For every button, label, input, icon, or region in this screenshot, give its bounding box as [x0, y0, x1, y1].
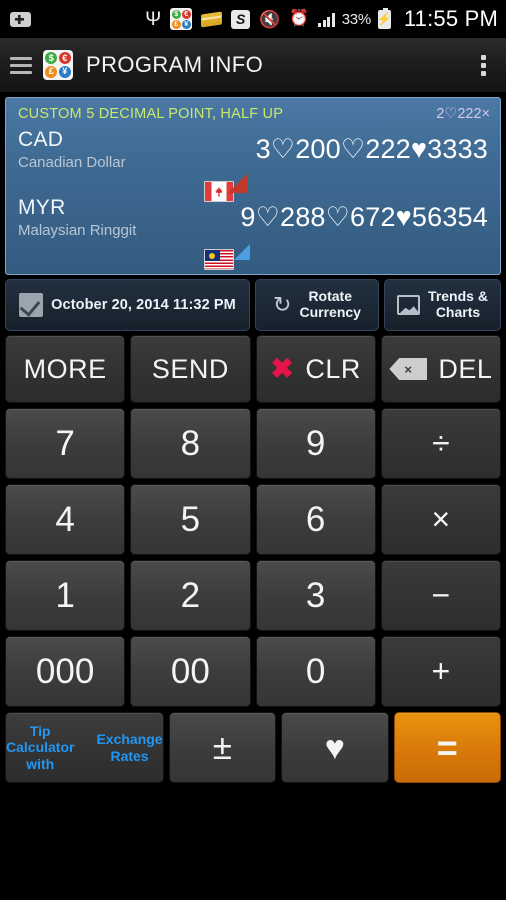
- status-clock: 11:55 PM: [403, 6, 498, 31]
- key-000[interactable]: 000: [5, 636, 126, 707]
- heart-icon[interactable]: ♥: [281, 712, 389, 783]
- blue-triangle-marker: [234, 244, 250, 260]
- mode-label: CUSTOM: [18, 106, 82, 122]
- red-triangle-marker: [228, 173, 248, 193]
- trends-line-1: Trends &: [428, 288, 488, 305]
- currency-row-cad[interactable]: CAD Canadian Dollar 3♡200♡222♥3333: [6, 123, 500, 203]
- key-0[interactable]: 0: [255, 636, 376, 707]
- key-plus[interactable]: +: [380, 636, 501, 707]
- rotate-line-2: Currency: [299, 304, 361, 320]
- currency-display-panel[interactable]: CUSTOM 5 DECIMAL POINT, HALF UP 2♡222× C…: [5, 97, 501, 275]
- download-badge-icon: [10, 11, 31, 27]
- key-4[interactable]: 4: [5, 484, 126, 555]
- date-label: October 20, 2014 11:32 PM: [51, 297, 236, 313]
- signal-bars-icon: [318, 12, 335, 27]
- status-bar: Ψ $ € £ ¥ S 🔇 ⏰ 33% ⚡ 11:55 PM: [0, 0, 506, 38]
- key-00[interactable]: 00: [130, 636, 251, 707]
- keypad-function-row: MORE SEND ✖ CLR × DEL: [5, 335, 501, 403]
- keypad-row-4: 000 00 0 +: [5, 636, 501, 707]
- key-multiply[interactable]: ×: [380, 484, 501, 555]
- more-button[interactable]: MORE: [5, 335, 126, 403]
- keypad-row-5: Tip Calculator with Exchange Rates ± ♥ =: [5, 712, 501, 783]
- key-3[interactable]: 3: [255, 560, 376, 631]
- status-right-icons: 33% ⚡ 11:55 PM: [318, 6, 498, 32]
- clear-button[interactable]: ✖ CLR: [255, 335, 376, 403]
- keypad-row-1: 7 8 9 ÷: [5, 408, 501, 479]
- red-x-icon: ✖: [270, 353, 295, 384]
- euro-symbol: €: [58, 52, 71, 65]
- page-title: PROGRAM INFO: [86, 52, 264, 77]
- yen-symbol: ¥: [181, 19, 191, 29]
- tip-line-1: Tip Calculator with: [6, 722, 75, 772]
- info-button-row: October 20, 2014 11:32 PM ↻ Rotate Curre…: [0, 275, 506, 331]
- hamburger-menu-icon[interactable]: [6, 53, 36, 77]
- keypad-row-3: 1 2 3 −: [5, 560, 501, 631]
- multiplier-indicator: 2♡222×: [436, 106, 490, 122]
- key-6[interactable]: 6: [255, 484, 376, 555]
- delete-button[interactable]: × DEL: [380, 335, 501, 403]
- status-notification-icons: Ψ $ € £ ¥ S 🔇 ⏰: [31, 8, 309, 30]
- yen-symbol: ¥: [58, 65, 71, 78]
- currency-app-icon: $ € £ ¥: [170, 8, 193, 30]
- overflow-menu-icon[interactable]: [472, 50, 494, 80]
- delete-label: DEL: [438, 353, 493, 384]
- rotate-currency-label: Rotate Currency: [299, 288, 361, 320]
- send-button[interactable]: SEND: [130, 335, 251, 403]
- rotate-currency-button[interactable]: ↻ Rotate Currency: [255, 279, 379, 331]
- key-1[interactable]: 1: [5, 560, 126, 631]
- book-icon: [201, 11, 223, 27]
- key-7[interactable]: 7: [5, 408, 126, 479]
- keypad: MORE SEND ✖ CLR × DEL 7 8 9 ÷ 4 5 6 × 1 …: [0, 331, 506, 783]
- key-equals[interactable]: =: [393, 712, 501, 783]
- tip-calculator-button[interactable]: Tip Calculator with Exchange Rates: [5, 712, 164, 783]
- action-bar: $ € £ ¥ PROGRAM INFO: [0, 38, 506, 93]
- image-picture-icon: [397, 295, 421, 315]
- app-root: Ψ $ € £ ¥ S 🔇 ⏰ 33% ⚡ 11:55 PM $ € £ ¥ P…: [0, 0, 506, 900]
- pound-symbol: £: [171, 19, 181, 29]
- status-left-icons: [10, 11, 31, 27]
- s-app-icon: S: [231, 9, 251, 29]
- display-header: CUSTOM 5 DECIMAL POINT, HALF UP 2♡222×: [6, 98, 500, 123]
- key-sign-toggle[interactable]: ±: [168, 712, 277, 783]
- tip-line-2: Exchange Rates: [96, 730, 163, 764]
- keypad-row-2: 4 5 6 ×: [5, 484, 501, 555]
- key-5[interactable]: 5: [130, 484, 251, 555]
- trends-line-2: Charts: [435, 304, 481, 320]
- currency-amount: 3♡200♡222♥3333: [255, 134, 488, 164]
- pound-symbol: £: [45, 65, 58, 78]
- vibrate-mute-icon: 🔇: [259, 9, 281, 29]
- trends-charts-button[interactable]: Trends & Charts: [384, 279, 501, 331]
- key-minus[interactable]: −: [380, 560, 501, 631]
- clear-label: CLR: [305, 353, 361, 384]
- rotate-line-1: Rotate: [308, 288, 352, 305]
- display-mode: CUSTOM 5 DECIMAL POINT, HALF UP: [18, 105, 283, 123]
- euro-symbol: €: [181, 9, 191, 19]
- battery-percent: 33%: [341, 10, 371, 28]
- backspace-icon: ×: [389, 358, 428, 380]
- currency-row-myr[interactable]: MYR Malaysian Ringgit 9♡288♡672♥56354: [6, 191, 500, 271]
- key-divide[interactable]: ÷: [380, 408, 501, 479]
- rotate-refresh-icon: ↻: [273, 292, 292, 317]
- key-9[interactable]: 9: [255, 408, 376, 479]
- checkmark-icon: [19, 293, 44, 317]
- battery-charging-icon: ⚡: [377, 7, 392, 29]
- dollar-symbol: $: [45, 52, 58, 65]
- key-8[interactable]: 8: [130, 408, 251, 479]
- currency-app-icon: $ € £ ¥: [43, 50, 73, 80]
- dollar-symbol: $: [171, 9, 181, 19]
- date-button[interactable]: October 20, 2014 11:32 PM: [5, 279, 250, 331]
- usb-icon: Ψ: [145, 8, 162, 30]
- alarm-clock-icon: ⏰: [289, 10, 310, 27]
- mode-detail: 5 DECIMAL POINT, HALF UP: [86, 106, 284, 122]
- currency-amount: 9♡288♡672♥56354: [240, 202, 488, 232]
- key-2[interactable]: 2: [130, 560, 251, 631]
- trends-charts-label: Trends & Charts: [428, 288, 488, 320]
- malaysia-flag-icon: [204, 249, 234, 271]
